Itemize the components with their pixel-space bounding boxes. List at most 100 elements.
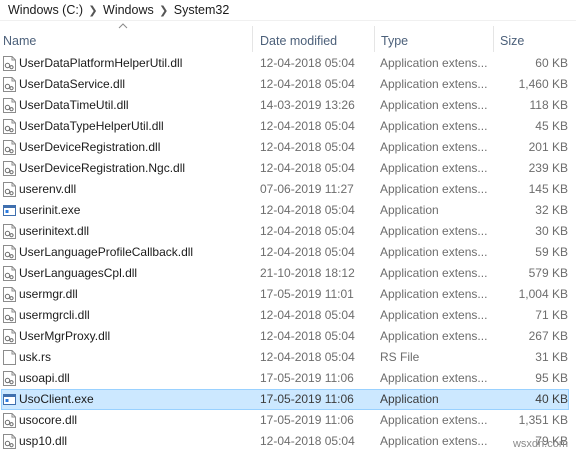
file-row[interactable]: usk.rs 12-04-2018 05:04 RS File 31 KB [0,347,576,368]
column-header-name[interactable]: Name [0,24,251,52]
column-header-size[interactable]: Size [497,24,572,52]
file-size: 60 KB [535,56,568,70]
file-date-modified: 12-04-2018 05:04 [260,77,355,91]
dll-file-icon [3,56,16,71]
breadcrumb-system32[interactable]: System32 [172,3,232,17]
file-size: 59 KB [535,245,568,259]
file-row[interactable]: UserDataService.dll 12-04-2018 05:04 Appli… [0,74,576,95]
file-row[interactable]: UserDataPlatformHelperUtil.dll 12-04-2018… [0,53,576,74]
file-name: UsoClient.exe [19,392,94,406]
file-size: 1,004 KB [518,287,568,301]
column-header-date[interactable]: Date modified [257,24,373,52]
file-row[interactable]: UserDataTimeUtil.dll 14-03-2019 13:26 Appl… [0,95,576,116]
dll-file-icon [3,140,16,155]
file-row[interactable]: UserLanguageProfileCallback.dll 12-04-201… [0,242,576,263]
column-header-type[interactable]: Type [378,24,492,52]
file-row[interactable]: usocore.dll 17-05-2019 11:06 Application e… [0,410,576,431]
file-type: Application extens... [380,224,488,238]
file-name: usermgrcli.dll [19,308,90,322]
file-name: UserDeviceRegistration.dll [19,140,161,154]
dll-file-icon [3,413,16,428]
file-type: Application extens... [380,329,488,343]
exe-file-icon [3,392,16,407]
file-name: userinitext.dll [19,224,90,238]
file-type: Application extens... [380,77,488,91]
file-date-modified: 12-04-2018 05:04 [260,119,355,133]
blank-file-icon [3,350,16,365]
file-size: 579 KB [528,266,568,280]
breadcrumb: Windows (C:) ❯ Windows ❯ System32 [0,0,576,21]
file-name: UserDataPlatformHelperUtil.dll [19,56,183,70]
file-row[interactable]: UserDeviceRegistration.dll 12-04-2018 05:… [0,137,576,158]
file-row[interactable]: UserLanguagesCpl.dll 21-10-2018 18:12 Appl… [0,263,576,284]
file-name: UserLanguageProfileCallback.dll [19,245,194,259]
file-row[interactable]: userinitext.dll 12-04-2018 05:04 Applicati… [0,221,576,242]
file-row[interactable]: usoapi.dll 17-05-2019 11:06 Application ex… [0,368,576,389]
file-size: 145 KB [528,182,568,196]
file-size: 30 KB [535,224,568,238]
file-size: 1,460 KB [518,77,568,91]
file-date-modified: 12-04-2018 05:04 [260,140,355,154]
file-size: 239 KB [528,161,568,175]
chevron-right-icon[interactable]: ❯ [156,4,172,17]
file-name: usermgr.dll [19,287,78,301]
watermark: wsxdn.com [512,438,568,450]
chevron-right-icon[interactable]: ❯ [85,4,101,17]
file-type: Application extens... [380,98,488,112]
file-row[interactable]: UserMgrProxy.dll 12-04-2018 05:04 Applicat… [0,326,576,347]
file-type: Application [380,392,439,406]
dll-file-icon [3,287,16,302]
file-type: Application extens... [380,245,488,259]
file-name: UserDataTypeHelperUtil.dll [19,119,164,133]
dll-file-icon [3,245,16,260]
file-name: UserMgrProxy.dll [19,329,111,343]
file-size: 40 KB [535,392,568,406]
file-name: UserDeviceRegistration.Ngc.dll [19,161,186,175]
file-row[interactable]: userenv.dll 07-06-2019 11:27 Application e… [0,179,576,200]
file-row[interactable]: UserDataTypeHelperUtil.dll 12-04-2018 05:… [0,116,576,137]
file-size: 267 KB [528,329,568,343]
file-date-modified: 12-04-2018 05:04 [260,203,355,217]
file-size: 32 KB [535,203,568,217]
file-type: RS File [380,350,420,364]
file-type: Application extens... [380,434,488,448]
file-row[interactable]: usermgr.dll 17-05-2019 11:01 Application e… [0,284,576,305]
file-row[interactable]: UserDeviceRegistration.Ngc.dll 12-04-2018… [0,158,576,179]
file-date-modified: 12-04-2018 05:04 [260,308,355,322]
column-divider[interactable] [252,26,253,52]
dll-file-icon [3,119,16,134]
dll-file-icon [3,266,16,281]
file-date-modified: 12-04-2018 05:04 [260,329,355,343]
dll-file-icon [3,98,16,113]
file-type: Application extens... [380,56,488,70]
breadcrumb-windows[interactable]: Windows [101,3,156,17]
file-row[interactable]: UsoClient.exe 17-05-2019 11:06 Application… [0,389,576,410]
dll-file-icon [3,308,16,323]
file-date-modified: 17-05-2019 11:06 [260,413,354,427]
exe-file-icon [3,203,16,218]
dll-file-icon [3,224,16,239]
dll-file-icon [3,182,16,197]
file-type: Application extens... [380,287,488,301]
file-row[interactable]: usp10.dll 12-04-2018 05:04 Application ext… [0,431,576,452]
file-name: UserLanguagesCpl.dll [19,266,138,280]
dll-file-icon [3,77,16,92]
file-row[interactable]: userinit.exe 12-04-2018 05:04 Application 3… [0,200,576,221]
file-name: userinit.exe [19,203,81,217]
file-type: Application extens... [380,413,488,427]
file-size: 201 KB [528,140,568,154]
column-divider[interactable] [493,26,494,52]
file-date-modified: 17-05-2019 11:06 [260,371,354,385]
file-date-modified: 14-03-2019 13:26 [260,98,355,112]
file-size: 71 KB [535,308,568,322]
breadcrumb-drive[interactable]: Windows (C:) [6,3,85,17]
file-date-modified: 17-05-2019 11:01 [260,287,354,301]
file-row[interactable]: usermgrcli.dll 12-04-2018 05:04 Applicatio… [0,305,576,326]
file-date-modified: 12-04-2018 05:04 [260,434,355,448]
dll-file-icon [3,434,16,449]
file-name: usk.rs [19,350,52,364]
column-divider[interactable] [374,26,375,52]
file-name: usocore.dll [19,413,78,427]
file-type: Application extens... [380,371,488,385]
dll-file-icon [3,329,16,344]
